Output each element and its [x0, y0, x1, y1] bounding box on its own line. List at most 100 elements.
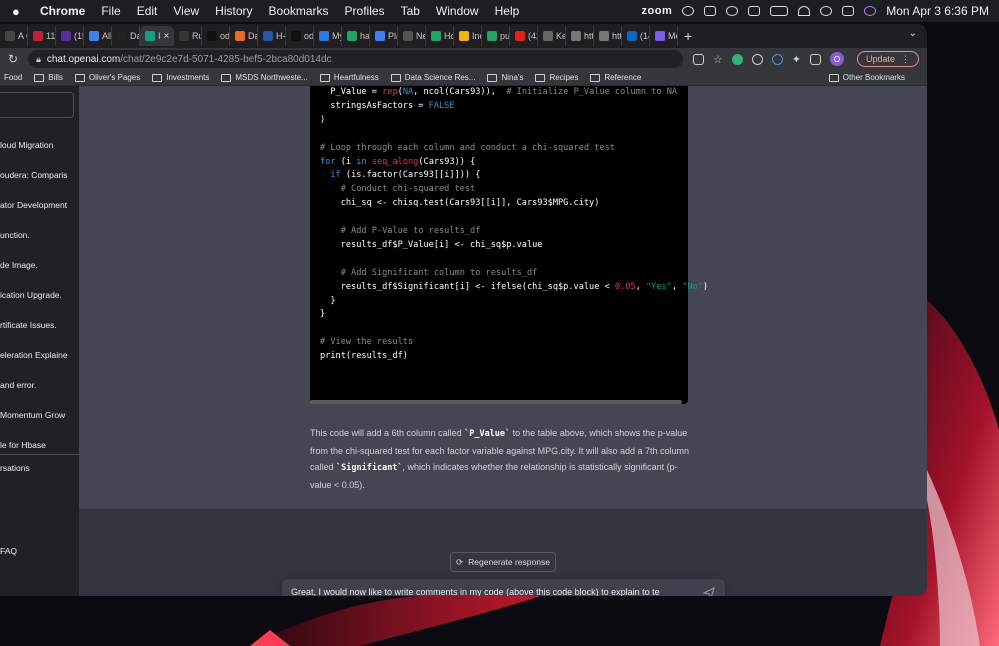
- browser-tab[interactable]: I ×: [140, 26, 174, 46]
- extensions-puzzle-icon[interactable]: ✦: [792, 53, 801, 66]
- address-bar[interactable]: 🔒︎ chat.openai.com /chat/2e9c2e7d-5071-4…: [28, 50, 683, 68]
- menu-window[interactable]: Window: [436, 4, 479, 18]
- sidebar-faq-link[interactable]: FAQ: [0, 546, 17, 556]
- browser-tab[interactable]: odo: [202, 26, 230, 46]
- browser-tab[interactable]: http: [566, 26, 594, 46]
- lock-icon[interactable]: 🔒︎: [36, 54, 41, 65]
- sidebar-chat-item[interactable]: and error.: [0, 380, 36, 390]
- share-icon[interactable]: [692, 53, 704, 65]
- browser-tab[interactable]: http: [594, 26, 622, 46]
- tab-label: My: [332, 31, 341, 41]
- code-horizontal-scrollbar[interactable]: [310, 400, 682, 404]
- extension-blue-icon[interactable]: [771, 53, 783, 65]
- profile-avatar[interactable]: O: [829, 52, 844, 66]
- tab-favicon-icon: [179, 31, 189, 41]
- battery-icon[interactable]: [770, 6, 789, 16]
- tab-search-chevron-icon[interactable]: ⌄: [909, 28, 917, 39]
- tab-label: Key: [556, 31, 565, 41]
- menu-file[interactable]: File: [101, 4, 120, 18]
- menu-bookmarks[interactable]: Bookmarks: [269, 4, 329, 18]
- star-bookmark-icon[interactable]: ☆: [713, 53, 723, 66]
- menubar-datetime[interactable]: Mon Apr 3 6:36 PM: [886, 4, 989, 18]
- tab-favicon-icon: [235, 31, 245, 41]
- browser-tab[interactable]: Rus: [174, 26, 202, 46]
- search-icon[interactable]: [820, 6, 833, 16]
- sidebar-chat-item[interactable]: rtificate Issues.: [0, 320, 57, 330]
- bookmark-msds[interactable]: MSDS Northweste...: [221, 73, 308, 82]
- bookmark-ninas[interactable]: Nina's: [487, 73, 523, 82]
- browser-tab[interactable]: H-S: [258, 26, 286, 46]
- status-circle-icon[interactable]: [726, 6, 739, 16]
- menu-history[interactable]: History: [215, 4, 252, 18]
- browser-tab[interactable]: Hori: [426, 26, 454, 46]
- browser-tab[interactable]: Plac: [370, 26, 398, 46]
- browser-tab[interactable]: Key: [538, 26, 566, 46]
- close-tab-icon[interactable]: ×: [164, 31, 170, 42]
- bookmark-recipes[interactable]: Recipes: [535, 73, 578, 82]
- menu-edit[interactable]: Edit: [137, 4, 158, 18]
- status-globe-icon[interactable]: [682, 6, 695, 16]
- browser-tab[interactable]: (42: [510, 26, 538, 46]
- tab-favicon-icon: [207, 31, 217, 41]
- sidebar-chat-item[interactable]: oudera: Comparis: [0, 170, 68, 180]
- browser-tab[interactable]: A C: [0, 26, 28, 46]
- menu-app-name[interactable]: Chrome: [40, 4, 85, 18]
- browser-tab[interactable]: Alb: [84, 26, 112, 46]
- browser-tab[interactable]: My: [314, 26, 342, 46]
- prompt-textarea[interactable]: Great, I would now like to write comment…: [282, 579, 725, 596]
- browser-tab[interactable]: (15,: [56, 26, 84, 46]
- bookmark-heartfulness[interactable]: Heartfulness: [319, 73, 379, 82]
- tab-label: http: [612, 31, 622, 41]
- bookmark-data-science[interactable]: Data Science Res...: [390, 73, 475, 82]
- browser-tab[interactable]: hart: [342, 26, 370, 46]
- browser-tab[interactable]: pun: [482, 26, 510, 46]
- tab-favicon-icon: [543, 31, 553, 41]
- browser-tab[interactable]: Inco: [454, 26, 482, 46]
- browser-tab[interactable]: Dat: [112, 26, 140, 46]
- browser-tab[interactable]: Nes: [398, 26, 426, 46]
- update-button[interactable]: Update ⋮: [856, 51, 919, 67]
- sidebar-clear-conversations[interactable]: rsations: [0, 463, 30, 473]
- sidebar-chat-item[interactable]: loud Migration: [0, 140, 53, 150]
- side-panel-icon[interactable]: [809, 53, 821, 65]
- bookmark-investments[interactable]: Investments: [152, 73, 209, 82]
- sidebar-chat-item[interactable]: Momentum Grow: [0, 410, 65, 420]
- sidebar-divider: [0, 454, 79, 455]
- siri-icon[interactable]: [864, 6, 877, 16]
- bookmark-other[interactable]: Other Bookmarks: [828, 73, 905, 82]
- bookmark-olivers-pages[interactable]: Oliver's Pages: [74, 73, 140, 82]
- bookmark-label: Bills: [48, 73, 63, 82]
- browser-tab[interactable]: Dat: [230, 26, 258, 46]
- reload-icon[interactable]: ↻: [8, 52, 18, 66]
- zoom-status[interactable]: zoom: [642, 5, 673, 17]
- menu-help[interactable]: Help: [495, 4, 520, 18]
- sidebar-chat-item[interactable]: ator Development: [0, 200, 67, 210]
- bookmark-bills[interactable]: Bills: [34, 73, 63, 82]
- sidebar-chat-item[interactable]: le for Hbase: [0, 440, 46, 450]
- sidebar-chat-item[interactable]: de Image.: [0, 260, 38, 270]
- sidebar-chat-item[interactable]: unction.: [0, 230, 30, 240]
- control-center-icon[interactable]: [842, 6, 855, 16]
- sidebar-new-chat-box[interactable]: [0, 92, 74, 118]
- regenerate-response-button[interactable]: ⟳ Regenerate response: [450, 552, 556, 572]
- browser-tab[interactable]: odo: [286, 26, 314, 46]
- extension-circle-icon[interactable]: [751, 53, 763, 65]
- menu-profiles[interactable]: Profiles: [345, 4, 385, 18]
- send-icon[interactable]: [703, 587, 715, 596]
- grammarly-extension-icon[interactable]: [731, 53, 743, 65]
- bookmark-food[interactable]: Food: [4, 73, 22, 82]
- apple-logo-icon[interactable]: ●: [12, 4, 26, 19]
- sidebar-chat-item[interactable]: ication Upgrade.: [0, 290, 62, 300]
- menu-view[interactable]: View: [173, 4, 199, 18]
- status-app-icon[interactable]: [704, 6, 717, 16]
- wifi-icon[interactable]: [798, 6, 811, 16]
- new-tab-button[interactable]: +: [684, 28, 692, 44]
- browser-tab[interactable]: Mee: [650, 26, 678, 46]
- menu-tab[interactable]: Tab: [401, 4, 420, 18]
- bookmark-reference[interactable]: Reference: [590, 73, 641, 82]
- browser-tab[interactable]: 115(: [28, 26, 56, 46]
- code-line: stringsAsFactors = FALSE: [320, 100, 455, 111]
- sidebar-chat-item[interactable]: eleration Explaine: [0, 350, 68, 360]
- browser-tab[interactable]: (14): [622, 26, 650, 46]
- bluetooth-icon[interactable]: [748, 6, 761, 16]
